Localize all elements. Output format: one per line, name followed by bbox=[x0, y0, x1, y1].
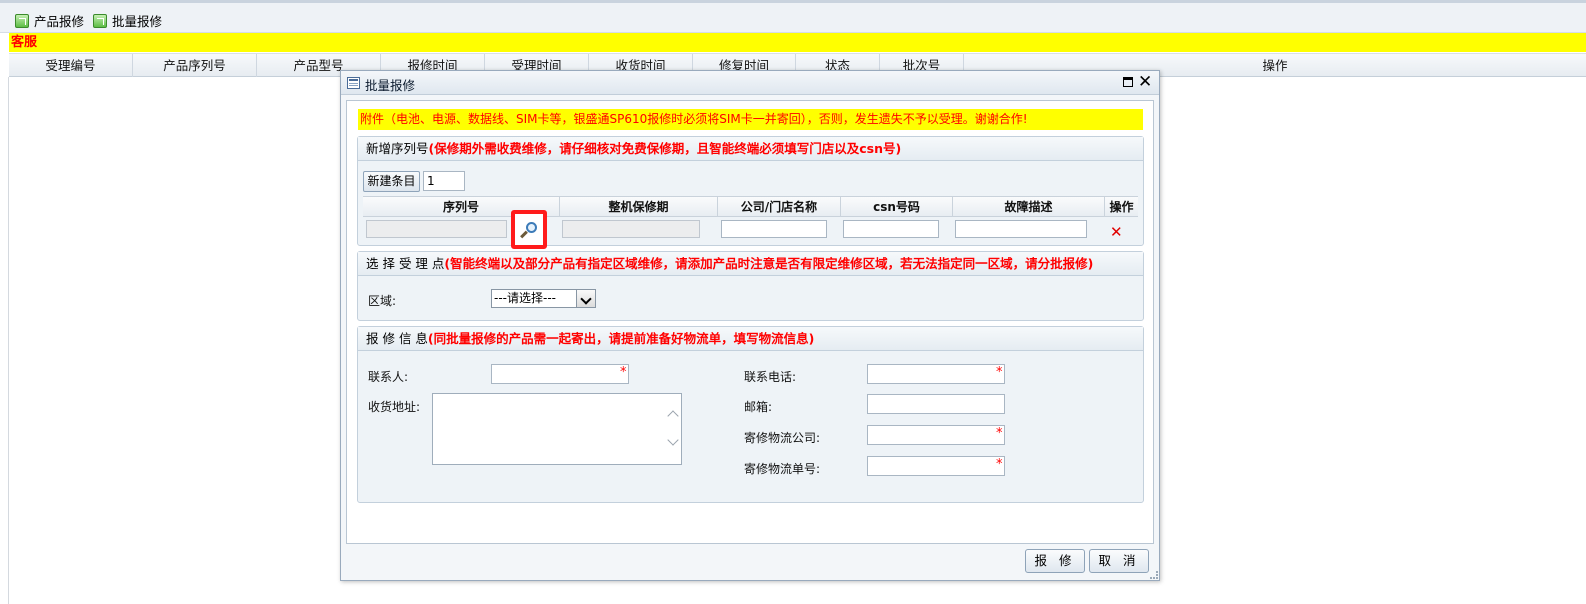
edit-icon bbox=[15, 13, 29, 28]
serial-section: 新增序列号(保修期外需收费维修，请仔细核对免费保修期，且智能终端必须填写门店以及… bbox=[357, 136, 1144, 249]
phone-field[interactable] bbox=[867, 364, 1005, 384]
email-field[interactable] bbox=[867, 394, 1005, 414]
repair-info-section-note: (同批量报修的产品需一起寄出，请提前准备好物流单，填写物流信息) bbox=[427, 331, 815, 346]
email-label: 邮箱: bbox=[744, 400, 773, 414]
required-mark: * bbox=[996, 457, 1003, 472]
address-label: 收货地址: bbox=[368, 400, 421, 414]
phone-label: 联系电话: bbox=[744, 370, 797, 384]
submit-repair-button[interactable]: 报 修 bbox=[1025, 549, 1085, 573]
repair-info-section: 报 修 信 息(同批量报修的产品需一起寄出，请提前准备好物流单，填写物流信息) … bbox=[357, 326, 1144, 503]
store-name-input[interactable] bbox=[721, 220, 827, 238]
product-repair-button[interactable]: 产品报修 bbox=[15, 11, 84, 30]
table-header: 操作 bbox=[1109, 200, 1134, 214]
fault-description-input[interactable] bbox=[955, 220, 1087, 238]
table-header: 公司/门店名称 bbox=[718, 197, 841, 217]
magnifier-icon bbox=[526, 222, 537, 233]
required-mark: * bbox=[996, 426, 1003, 441]
region-selected-value: ---请选择--- bbox=[494, 291, 556, 305]
close-icon[interactable]: ✕ bbox=[1138, 72, 1152, 92]
batch-repair-dialog: 批量报修 ✕ 附件（电池、电源、数据线、SIM卡等，银盛通SP610报修时必须将… bbox=[340, 70, 1160, 581]
customer-service-banner: 客服 bbox=[9, 33, 1586, 52]
address-textarea[interactable] bbox=[432, 393, 682, 465]
region-label: 区域: bbox=[368, 294, 397, 308]
edit-icon bbox=[93, 13, 107, 28]
accessory-notice: 附件（电池、电源、数据线、SIM卡等，银盛通SP610报修时必须将SIM卡一并寄… bbox=[358, 109, 1143, 130]
warranty-input bbox=[562, 220, 700, 238]
maximize-icon[interactable] bbox=[1123, 77, 1133, 87]
serial-number-input[interactable] bbox=[366, 220, 507, 238]
serial-section-note: (保修期外需收费维修，请仔细核对免费保修期，且智能终端必须填写门店以及csn号) bbox=[428, 141, 902, 156]
csn-input[interactable] bbox=[843, 220, 939, 238]
serial-section-title: 新增序列号 bbox=[366, 141, 429, 156]
dialog-titlebar[interactable]: 批量报修 ✕ bbox=[341, 71, 1159, 95]
repair-info-section-header: 报 修 信 息(同批量报修的产品需一起寄出，请提前准备好物流单，填写物流信息) bbox=[358, 327, 1143, 351]
scroll-up-icon[interactable] bbox=[667, 408, 679, 420]
acceptance-section-header: 选 择 受 理 点(智能终端以及部分产品有指定区域维修，请添加产品时注意是否有限… bbox=[358, 252, 1143, 276]
new-entry-button[interactable]: 新建条目 bbox=[363, 171, 420, 192]
resize-handle[interactable] bbox=[1150, 571, 1158, 579]
dialog-body: 附件（电池、电源、数据线、SIM卡等，银盛通SP610报修时必须将SIM卡一并寄… bbox=[346, 100, 1154, 544]
table-header: 整机保修期 bbox=[560, 197, 718, 217]
table-header: csn号码 bbox=[841, 197, 953, 217]
dialog-title: 批量报修 bbox=[365, 78, 416, 93]
logistics-company-label: 寄修物流公司: bbox=[744, 431, 821, 445]
table-header: 故障描述 bbox=[953, 197, 1105, 217]
logistics-number-field[interactable] bbox=[867, 456, 1005, 476]
serial-search-button[interactable] bbox=[511, 210, 547, 249]
contact-field[interactable] bbox=[491, 364, 629, 384]
batch-repair-button[interactable]: 批量报修 bbox=[93, 11, 162, 30]
batch-repair-label: 批量报修 bbox=[112, 14, 163, 29]
entry-count-input[interactable]: 1 bbox=[423, 171, 465, 191]
scroll-down-icon[interactable] bbox=[667, 436, 679, 448]
required-mark: * bbox=[620, 365, 627, 380]
acceptance-section-title: 选 择 受 理 点 bbox=[366, 256, 445, 271]
serial-section-header: 新增序列号(保修期外需收费维修，请仔细核对免费保修期，且智能终端必须填写门店以及… bbox=[358, 137, 1143, 161]
delete-row-icon[interactable]: ✕ bbox=[1110, 223, 1123, 241]
product-repair-label: 产品报修 bbox=[34, 14, 85, 29]
window-list-icon bbox=[347, 77, 360, 89]
chevron-down-icon bbox=[576, 290, 595, 307]
logistics-number-label: 寄修物流单号: bbox=[744, 462, 821, 476]
acceptance-section: 选 择 受 理 点(智能终端以及部分产品有指定区域维修，请添加产品时注意是否有限… bbox=[357, 251, 1144, 321]
logistics-company-field[interactable] bbox=[867, 425, 1005, 445]
repair-info-section-title: 报 修 信 息 bbox=[366, 331, 428, 346]
column-header[interactable]: 受理编号 bbox=[9, 54, 133, 77]
required-mark: * bbox=[996, 365, 1003, 380]
region-select[interactable]: ---请选择--- bbox=[491, 289, 596, 308]
divider bbox=[8, 77, 9, 604]
acceptance-section-note: (智能终端以及部分产品有指定区域维修，请添加产品时注意是否有限定维修区域，若无法… bbox=[444, 256, 1094, 271]
serial-table-header: 序列号 整机保修期 公司/门店名称 csn号码 故障描述 操作 bbox=[363, 196, 1138, 217]
cancel-button[interactable]: 取 消 bbox=[1089, 549, 1149, 573]
top-toolbar: 产品报修 批量报修 bbox=[0, 0, 1586, 33]
contact-label: 联系人: bbox=[368, 370, 409, 384]
column-header[interactable]: 产品序列号 bbox=[133, 54, 257, 77]
